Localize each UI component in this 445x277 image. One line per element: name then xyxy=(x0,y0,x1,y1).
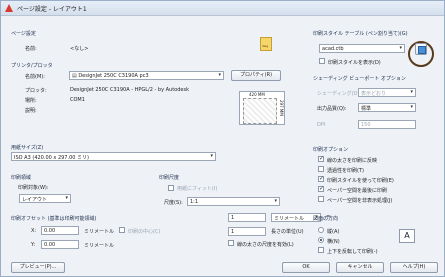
quality-select[interactable]: 標準 xyxy=(358,103,416,112)
dwg-file-icon: dwg xyxy=(260,37,272,51)
paper-preview: 420 MM 297 MM xyxy=(239,91,285,125)
quality-label: 出力品質(Q): xyxy=(317,106,347,112)
plot-offset-heading: 印刷オフセット (基準は印刷可能領域) xyxy=(11,216,97,222)
offset-x-label: X: xyxy=(31,228,37,234)
plot-option-checkbox-1[interactable] xyxy=(318,166,324,172)
plot-style-table-heading: 印刷スタイル テーブル (ペン割り当て)(G) xyxy=(313,31,408,37)
fit-to-paper-label: 用紙にフィット(I) xyxy=(177,186,218,192)
landscape-label: 横(N) xyxy=(327,239,340,245)
where-value: COM1 xyxy=(70,97,85,103)
ok-button[interactable]: OK xyxy=(282,262,330,273)
portrait-label: 縦(A) xyxy=(327,229,340,235)
plot-scale-heading: 印刷尺度 xyxy=(159,175,180,181)
plot-option-label-0: 線の太さを印刷に反映 xyxy=(327,158,378,164)
where-label: 場所: xyxy=(25,98,37,104)
offset-x-input[interactable]: 0.00 xyxy=(41,226,79,235)
cancel-button[interactable]: キャンセル xyxy=(336,262,384,273)
page-setup-name-value: <なし> xyxy=(70,46,89,52)
display-plot-styles-label: 印刷スタイルを表示(D) xyxy=(328,60,381,66)
plot-options-heading: 印刷オプション xyxy=(313,147,349,153)
printer-heading: プリンタ/プロッタ xyxy=(11,63,53,69)
scale-select[interactable]: 1:1 xyxy=(187,197,280,206)
preview-button[interactable]: プレビュー(P)... xyxy=(11,262,65,273)
display-plot-styles-checkbox[interactable] xyxy=(319,58,325,64)
page-setup-dialog: ページ設定 - レイアウト1 ページ設定 名前: <なし> dwg プリンタ/プ… xyxy=(0,0,445,277)
preview-width: 420 MM xyxy=(249,92,265,97)
description-label: 説明: xyxy=(25,108,37,114)
printer-name-label: 名前(M): xyxy=(25,74,45,80)
drawing-units-label: 長さの単位(U) xyxy=(271,229,304,235)
plot-option-label-3: ペーパー空間を最後に印刷 xyxy=(327,188,387,194)
autocad-logo-icon xyxy=(5,4,13,12)
edit-style-table-icon[interactable] xyxy=(415,43,427,55)
scale-units-input[interactable]: 1 xyxy=(228,213,266,222)
upside-down-label: 上下を反転して印刷(-) xyxy=(327,249,378,255)
plot-option-checkbox-2[interactable] xyxy=(318,175,324,182)
orientation-preview-icon: A xyxy=(399,229,415,243)
plot-option-checkbox-0[interactable] xyxy=(318,155,324,162)
plot-option-checkbox-4[interactable] xyxy=(318,196,324,202)
plot-what-label: 印刷対象(W): xyxy=(18,185,49,191)
page-setup-heading: ページ設定 xyxy=(11,31,36,37)
preview-height: 297 MM xyxy=(279,100,284,116)
shade-plot-select[interactable]: 表示どおり xyxy=(358,88,416,97)
help-button[interactable]: ヘルプ(H) xyxy=(390,262,438,273)
plot-option-checkbox-3[interactable] xyxy=(318,185,324,192)
dpi-label: DPI xyxy=(317,122,326,128)
printer-select[interactable]: ▤ DesignJet 250C C3190A pc3 xyxy=(69,71,224,80)
center-plot-checkbox[interactable] xyxy=(119,227,125,233)
scale-label: 尺度(S): xyxy=(164,200,183,206)
offset-y-label: Y: xyxy=(31,242,36,248)
plot-style-table-select[interactable]: acad.ctb xyxy=(319,44,405,53)
upside-down-checkbox[interactable] xyxy=(318,247,324,253)
plotter-value: DesignJet 250C C3190A - HPGL/2 - by Auto… xyxy=(70,87,189,93)
fit-to-paper-checkbox[interactable] xyxy=(168,185,174,191)
plot-area-heading: 印刷領域 xyxy=(11,175,32,181)
scale-lineweights-checkbox[interactable] xyxy=(228,240,234,246)
shaded-viewport-heading: シェーディング ビューポート オプション xyxy=(313,76,406,82)
offset-x-unit: ミリメートル xyxy=(84,229,115,235)
portrait-radio[interactable] xyxy=(318,227,324,233)
paper-size-heading: 用紙サイズ(Z) xyxy=(11,145,44,151)
printer-properties-button[interactable]: プロパティ(R) xyxy=(231,70,281,81)
offset-y-unit: ミリメートル xyxy=(84,243,115,249)
drawing-units-input[interactable]: 1 xyxy=(228,227,266,236)
plot-option-label-4: ペーパー空間を非表示処理(J) xyxy=(327,198,393,204)
scale-lineweights-label: 線の太さの尺度を有効(L) xyxy=(237,242,294,248)
plot-option-label-2: 印刷スタイルを使って印刷(E) xyxy=(327,178,394,184)
printable-area xyxy=(243,98,277,124)
title-bar: ページ設定 - レイアウト1 xyxy=(1,1,444,16)
plotter-label: プロッタ: xyxy=(25,88,47,94)
shade-plot-label: シェーディング(D): xyxy=(317,91,362,97)
dpi-input[interactable]: 150 xyxy=(358,120,416,129)
window-title: ページ設定 - レイアウト1 xyxy=(17,6,87,13)
paper-size-select[interactable]: ISO A3 (420.00 x 297.00 ミリ) xyxy=(11,152,216,161)
landscape-radio[interactable] xyxy=(318,237,324,243)
plot-what-select[interactable]: レイアウト xyxy=(19,194,71,203)
plot-option-label-1: 透過性を印刷(T) xyxy=(327,168,364,174)
page-setup-name-label: 名前: xyxy=(25,46,37,52)
orientation-heading: 図面の方向 xyxy=(313,216,339,222)
offset-y-input[interactable]: 0.00 xyxy=(41,240,79,249)
center-plot-label: 印刷の中心(C) xyxy=(128,229,161,235)
